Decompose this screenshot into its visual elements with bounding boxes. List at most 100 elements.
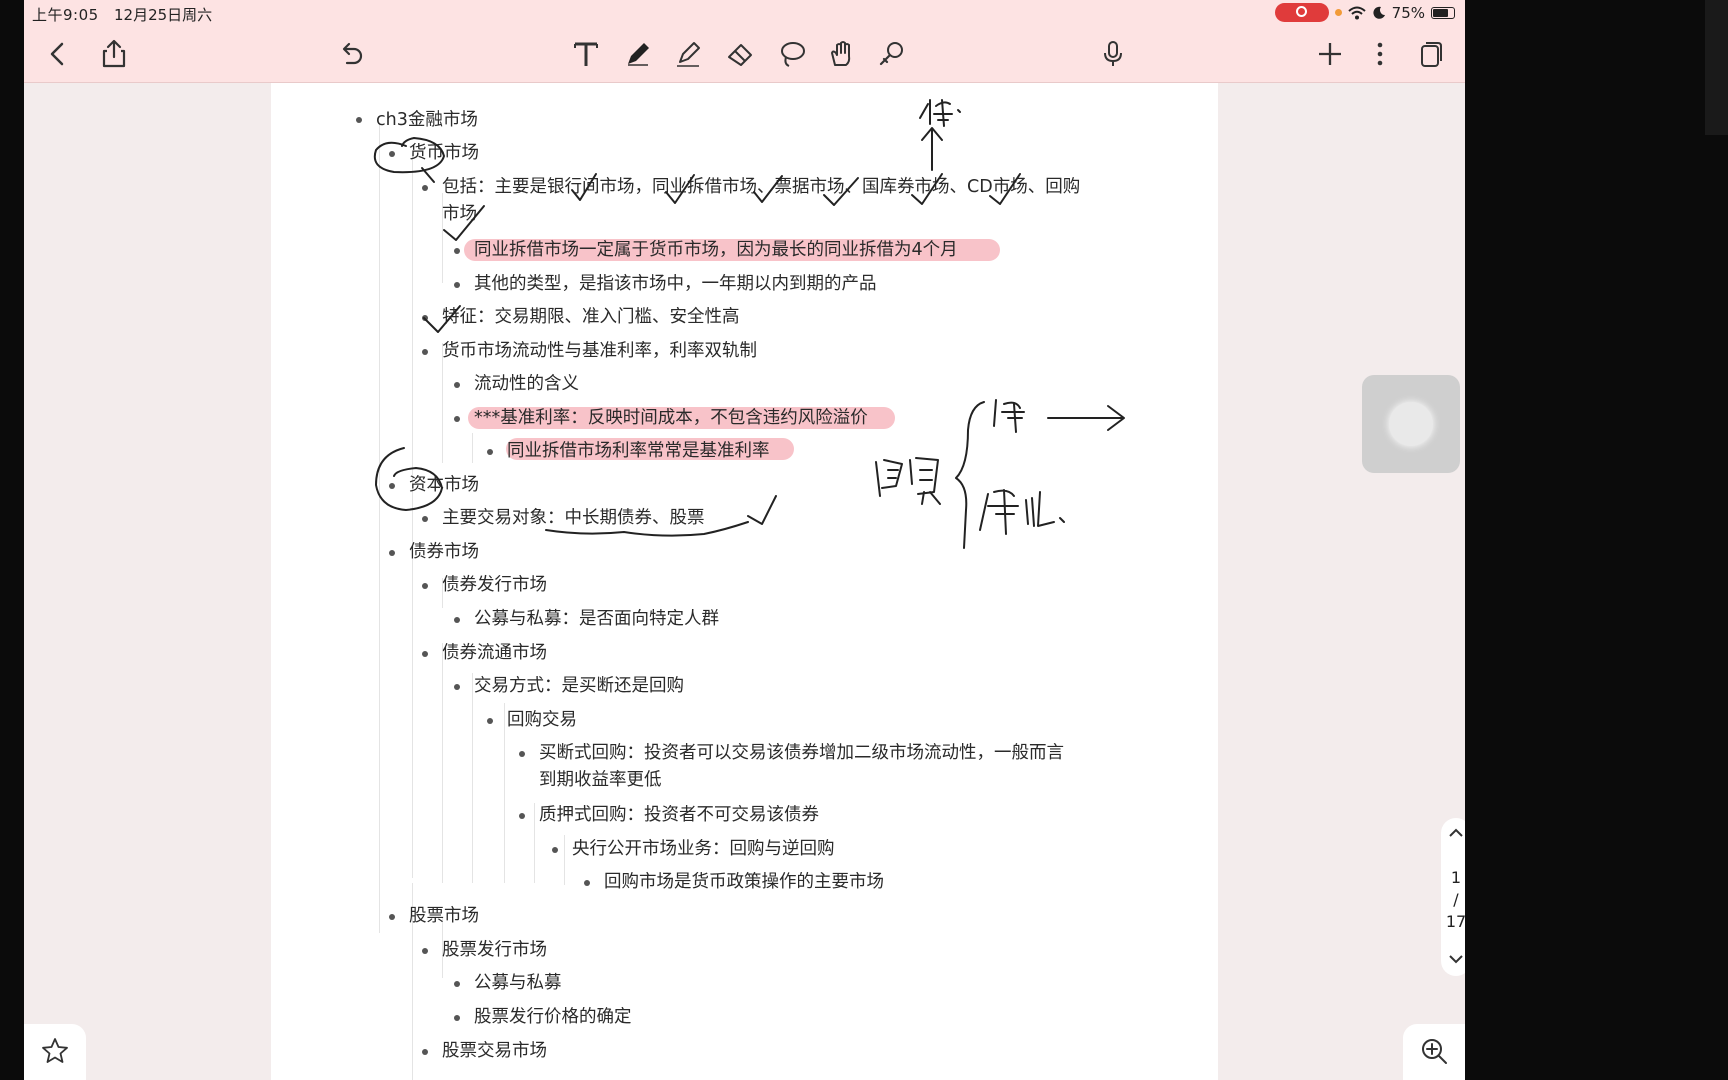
outline-text: 央行公开市场业务：回购与逆回购 [572,839,835,859]
outline-item-benchmark-rate[interactable]: ***基准利率：反映时间成本，不包含违约风险溢价 [474,405,868,432]
outline-item-other-types[interactable]: 其他的类型，是指该市场中，一年期以内到期的产品 [474,271,877,298]
indent-guide [472,433,473,463]
outline-text: 股票发行价格的确定 [474,1007,632,1027]
outline-item-stock-market[interactable]: 股票市场 [409,903,479,930]
zoom-in-icon [1422,1039,1447,1064]
undo-icon[interactable] [331,34,371,74]
lasso-icon[interactable] [772,34,812,74]
battery-icon [1431,6,1455,19]
outline-item-stock-pricing[interactable]: 股票发行价格的确定 [474,1004,632,1031]
highlighter-icon[interactable] [668,34,708,74]
pen-icon[interactable] [618,34,658,74]
outline-text: ***基准利率：反映时间成本，不包含违约风险溢价 [474,408,868,428]
favorite-button[interactable] [24,1024,86,1080]
page-navigator: 1 / 17 [1441,818,1465,976]
outline-item-trade-method[interactable]: 交易方式：是买断还是回购 [474,673,684,700]
microphone-icon[interactable] [1093,34,1133,74]
bullet [454,248,460,254]
bullet [519,813,525,819]
indent-guide [504,703,505,883]
outline-item-outright-repo[interactable]: 买断式回购：投资者可以交易该债券增加二级市场流动性，一般而言到期收益率更低 [539,740,1079,794]
star-icon [42,1038,68,1063]
bullet [422,185,428,191]
shape-tool-icon[interactable] [872,34,912,74]
outline-item-mm-feature[interactable]: 特征：交易期限、准入门槛、安全性高 [442,304,740,331]
status-time: 上午9:05 [32,6,99,24]
share-icon[interactable] [94,34,134,74]
back-icon[interactable] [38,34,78,74]
pages-icon[interactable] [1410,34,1450,74]
bullet [454,282,460,288]
zoom-button[interactable] [1403,1024,1465,1080]
text-tool-icon[interactable] [566,34,606,74]
bullet [422,583,428,589]
outline-item-repo[interactable]: 回购交易 [507,707,577,734]
outline-item-stock-public-private[interactable]: 公募与私募 [474,970,562,997]
outline-item-pledged-repo[interactable]: 质押式回购：投资者不可交易该债券 [539,802,819,829]
outline-item-root[interactable]: ch3金融市场 [376,107,478,134]
plus-icon[interactable] [1310,34,1350,74]
bullet [389,550,395,556]
chevron-up-icon[interactable] [1447,824,1465,842]
hand-icon[interactable] [822,34,862,74]
outline-text: 股票交易市场 [442,1041,547,1061]
outline-item-bond-market[interactable]: 债券市场 [409,539,479,566]
bullet [422,349,428,355]
assistive-touch-button[interactable] [1362,375,1460,473]
outline-item-mm-rate[interactable]: 货币市场流动性与基准利率，利率双轨制 [442,338,757,365]
screen-recording-indicator[interactable] [1274,3,1329,22]
outline-text: 交易方式：是买断还是回购 [474,676,684,696]
more-icon[interactable] [1360,34,1400,74]
outline-text: 公募与私募：是否面向特定人群 [474,609,719,629]
bullet [487,449,493,455]
outline-item-bond-issue[interactable]: 债券发行市场 [442,572,547,599]
chevron-down-icon[interactable] [1447,950,1465,968]
bullet [389,483,395,489]
outline-item-stock-trade[interactable]: 股票交易市场 [442,1038,547,1065]
outline-text: 货币市场 [409,143,479,163]
bullet [422,1049,428,1055]
outline-item-bond-public-private[interactable]: 公募与私募：是否面向特定人群 [474,606,719,633]
bullet [389,914,395,920]
outline-text: 包括：主要是银行间市场，同业拆借市场、票据市场、国库券市场、CD市场、回购市场 [442,177,1081,224]
indent-guide [534,803,535,883]
outline-item-liquidity[interactable]: 流动性的含义 [474,371,579,398]
outline-item-mm-include[interactable]: 包括：主要是银行间市场，同业拆借市场、票据市场、国库券市场、CD市场、回购市场 [442,174,1082,228]
bullet [454,382,460,388]
eraser-icon[interactable] [720,34,760,74]
outline-item-interbank-note[interactable]: 同业拆借市场一定属于货币市场，因为最长的同业拆借为4个月 [474,237,958,264]
outline-item-interbank-rate[interactable]: 同业拆借市场利率常常是基准利率 [507,438,770,465]
outline-item-bond-trade[interactable]: 债券流通市场 [442,640,547,667]
bullet [422,948,428,954]
bullet [454,1015,460,1021]
outline-item-open-market[interactable]: 央行公开市场业务：回购与逆回购 [572,836,835,863]
outline-item-money-market[interactable]: 货币市场 [409,140,479,167]
bullet [454,981,460,987]
outline-item-cm-object[interactable]: 主要交易对象：中长期债券、股票 [442,505,705,532]
outline-text: 债券流通市场 [442,643,547,663]
current-page: 1 [1450,868,1462,887]
outline-text: 公募与私募 [474,973,562,993]
bullet [584,880,590,886]
bullet [552,847,558,853]
outline-text: 回购交易 [507,710,577,730]
bullet [454,416,460,422]
indent-guide [379,123,380,933]
status-bar: 上午9:05 12月25日周六 75% [24,0,1465,26]
bullet [422,315,428,321]
total-pages: 17 [1445,912,1465,931]
note-page[interactable]: ch3金融市场 货币市场 包括：主要是银行间市场，同业拆借市场、票据市场、国库券… [271,83,1218,1080]
outline-text: 债券市场 [409,542,479,562]
ipad-screen: 上午9:05 12月25日周六 75% ch3金融市场 货币市场 包括：主要是银… [24,0,1465,1080]
bullet [356,117,362,123]
outline-text: 货币市场流动性与基准利率，利率双轨制 [442,341,757,361]
outline-item-repo-policy[interactable]: 回购市场是货币政策操作的主要市场 [604,869,884,896]
outline-text: 质押式回购：投资者不可交易该债券 [539,805,819,825]
indent-guide [564,835,565,885]
status-indicators: 75% [1274,3,1455,22]
outline-item-capital-market[interactable]: 资本市场 [409,472,479,499]
bullet [389,151,395,157]
outline-text: 同业拆借市场利率常常是基准利率 [507,441,770,461]
outline-item-stock-issue[interactable]: 股票发行市场 [442,937,547,964]
mic-in-use-dot [1334,9,1342,16]
